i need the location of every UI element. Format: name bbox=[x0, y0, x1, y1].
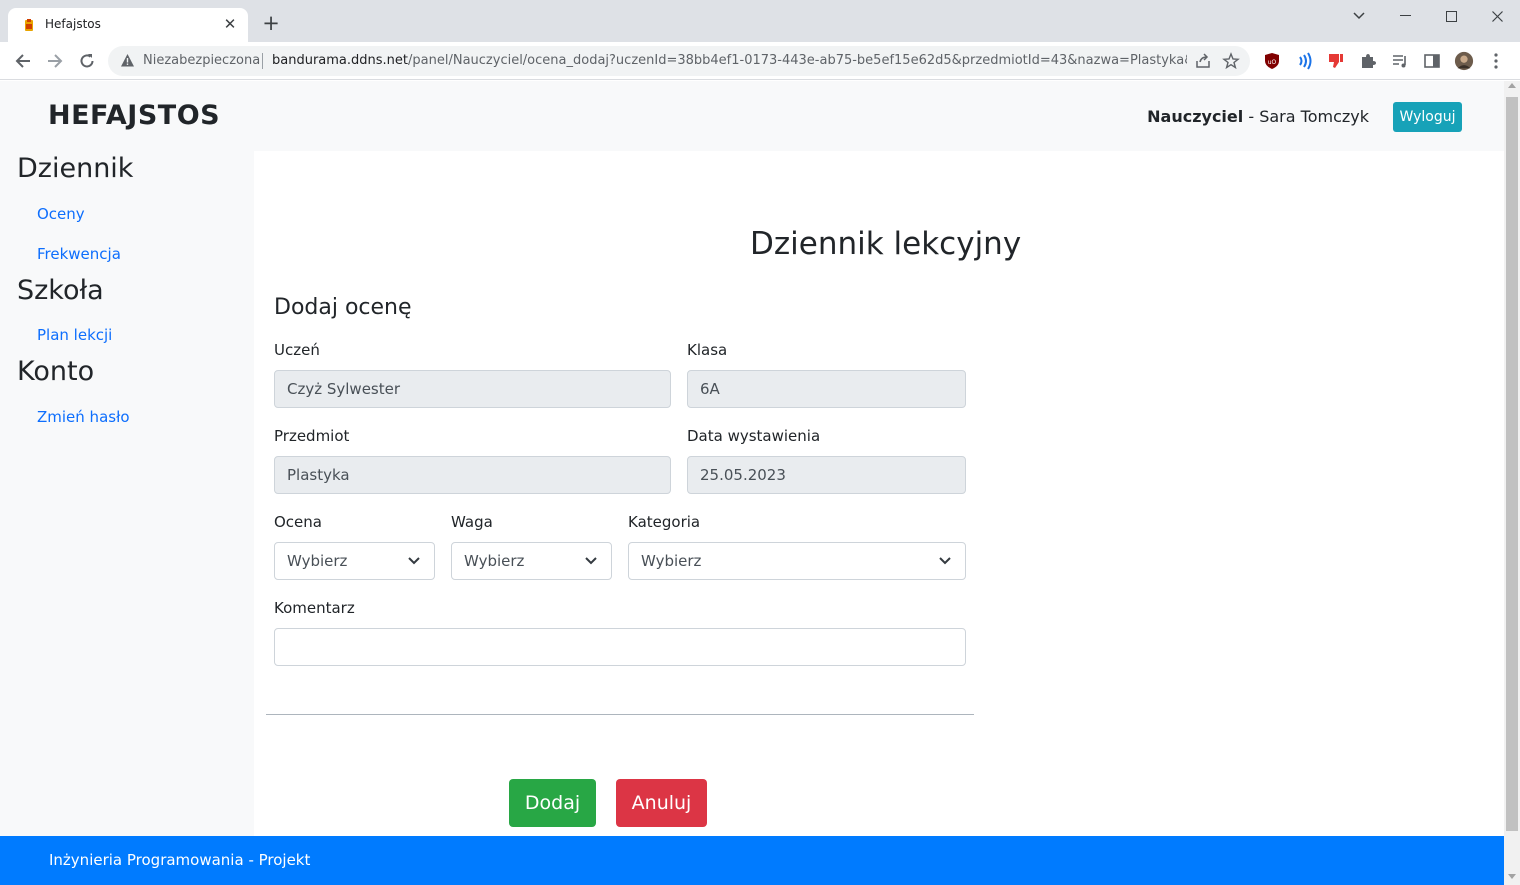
page-title: Dziennik lekcyjny bbox=[750, 226, 1022, 262]
address-divider bbox=[262, 53, 263, 69]
footer-text: Inżynieria Programowania - Projekt bbox=[49, 851, 311, 869]
weight-select[interactable]: Wybierz bbox=[451, 542, 612, 580]
user-role: Nauczyciel bbox=[1147, 107, 1244, 126]
sidebar-heading-konto: Konto bbox=[17, 356, 95, 387]
category-select-value: Wybierz bbox=[641, 552, 702, 570]
class-label: Klasa bbox=[687, 341, 728, 359]
back-arrow-icon[interactable] bbox=[12, 50, 34, 72]
cancel-button[interactable]: Anuluj bbox=[616, 779, 707, 827]
extension-dislike-icon[interactable] bbox=[1326, 51, 1346, 71]
student-label: Uczeń bbox=[274, 341, 320, 359]
sidebar: Dziennik Oceny Frekwencja Szkoła Plan le… bbox=[0, 151, 254, 836]
extensions-puzzle-icon[interactable] bbox=[1358, 51, 1378, 71]
chevron-down-icon bbox=[939, 557, 951, 565]
browser-tab[interactable]: Hefajstos ✕ bbox=[8, 8, 248, 42]
side-panel-icon[interactable] bbox=[1422, 51, 1442, 71]
browser-tabstrip: Hefajstos ✕ + bbox=[0, 0, 1520, 42]
svg-text:uO: uO bbox=[1268, 59, 1277, 66]
scroll-up-arrow-icon[interactable] bbox=[1508, 83, 1516, 88]
logout-button[interactable]: Wyloguj bbox=[1393, 102, 1462, 132]
address-bar[interactable]: Niezabezpieczona bandurama.ddns.net/pane… bbox=[108, 46, 1250, 76]
window-controls bbox=[1336, 0, 1520, 32]
add-grade-button[interactable]: Dodaj bbox=[509, 779, 596, 827]
weight-select-value: Wybierz bbox=[464, 552, 525, 570]
grade-select-value: Wybierz bbox=[287, 552, 348, 570]
extension-signal-icon[interactable] bbox=[1294, 51, 1314, 71]
browser-menu-icon[interactable] bbox=[1486, 51, 1506, 71]
tab-search-icon[interactable] bbox=[1336, 0, 1382, 32]
category-select[interactable]: Wybierz bbox=[628, 542, 966, 580]
user-name: Sara Tomczyk bbox=[1259, 107, 1369, 126]
close-tab-icon[interactable]: ✕ bbox=[220, 14, 240, 34]
form-title: Dodaj ocenę bbox=[274, 295, 412, 320]
chevron-down-icon bbox=[585, 557, 597, 565]
category-label: Kategoria bbox=[628, 513, 701, 531]
sidebar-heading-szkola: Szkoła bbox=[17, 275, 104, 306]
comment-label: Komentarz bbox=[274, 599, 355, 617]
subject-field: Plastyka bbox=[274, 456, 671, 494]
date-label: Data wystawienia bbox=[687, 427, 821, 445]
grade-select[interactable]: Wybierz bbox=[274, 542, 435, 580]
bookmark-star-icon[interactable] bbox=[1222, 52, 1240, 70]
comment-input[interactable] bbox=[274, 628, 966, 666]
url-text: bandurama.ddns.net/panel/Nauczyciel/ocen… bbox=[272, 53, 1187, 68]
sidebar-link-plan-lekcji[interactable]: Plan lekcji bbox=[37, 326, 112, 344]
minimize-icon[interactable] bbox=[1382, 0, 1428, 32]
sidebar-link-oceny[interactable]: Oceny bbox=[37, 205, 85, 223]
sidebar-heading-dziennik: Dziennik bbox=[17, 153, 134, 184]
maximize-icon[interactable] bbox=[1428, 0, 1474, 32]
media-queue-icon[interactable] bbox=[1390, 51, 1410, 71]
security-label: Niezabezpieczona bbox=[143, 53, 261, 68]
ublock-icon[interactable]: uO bbox=[1262, 51, 1282, 71]
page-scrollbar[interactable] bbox=[1504, 81, 1520, 885]
profile-avatar-icon[interactable] bbox=[1454, 51, 1474, 71]
share-icon[interactable] bbox=[1194, 52, 1212, 70]
date-field: 25.05.2023 bbox=[687, 456, 966, 494]
browser-toolbar: Niezabezpieczona bandurama.ddns.net/pane… bbox=[0, 42, 1520, 80]
forward-arrow-icon[interactable] bbox=[44, 50, 66, 72]
scroll-down-arrow-icon[interactable] bbox=[1508, 874, 1516, 879]
warning-icon bbox=[121, 54, 134, 67]
reload-icon[interactable] bbox=[76, 50, 98, 72]
tab-title: Hefajstos bbox=[45, 17, 101, 31]
close-window-icon[interactable] bbox=[1474, 0, 1520, 32]
subject-label: Przedmiot bbox=[274, 427, 350, 445]
weight-label: Waga bbox=[451, 513, 493, 531]
chevron-down-icon bbox=[408, 557, 420, 565]
brand-logo[interactable]: HEFAJSTOS bbox=[48, 100, 220, 131]
sidebar-link-frekwencja[interactable]: Frekwencja bbox=[37, 245, 121, 263]
student-field: Czyż Sylwester bbox=[274, 370, 671, 408]
page-content: HEFAJSTOS Nauczyciel - Sara Tomczyk Wylo… bbox=[0, 81, 1504, 885]
grade-label: Ocena bbox=[274, 513, 322, 531]
user-info: Nauczyciel - Sara Tomczyk bbox=[1147, 107, 1369, 126]
favicon-icon bbox=[25, 19, 33, 31]
page-header: HEFAJSTOS Nauczyciel - Sara Tomczyk Wylo… bbox=[0, 81, 1504, 151]
scrollbar-thumb[interactable] bbox=[1506, 97, 1518, 831]
new-tab-icon[interactable]: + bbox=[260, 12, 282, 34]
class-field: 6A bbox=[687, 370, 966, 408]
form-divider bbox=[266, 714, 974, 715]
sidebar-link-zmien-haslo[interactable]: Zmień hasło bbox=[37, 408, 130, 426]
page-footer: Inżynieria Programowania - Projekt bbox=[0, 836, 1504, 885]
